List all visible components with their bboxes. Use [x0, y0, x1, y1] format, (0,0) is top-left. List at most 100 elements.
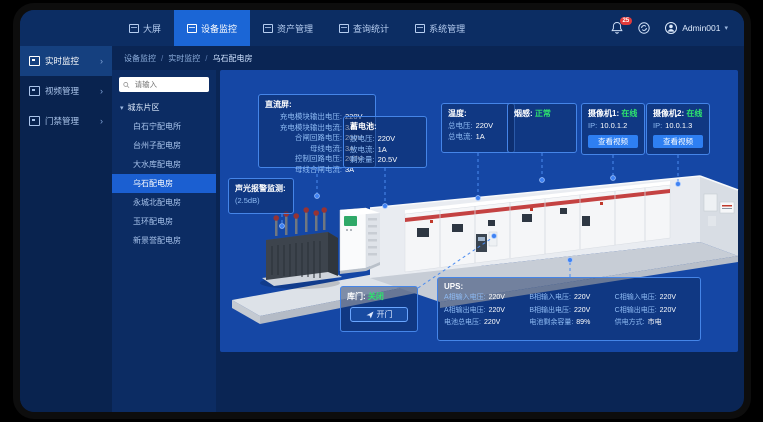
- sidebar-item-label: 视频管理: [45, 85, 79, 97]
- sidebar-item-label: 实时监控: [45, 55, 79, 67]
- metric-value: 220V: [574, 293, 590, 304]
- tree-search-input[interactable]: [133, 79, 205, 90]
- nav-tab-device-monitor[interactable]: 设备监控: [174, 10, 250, 46]
- metric-value: 1A: [476, 132, 485, 143]
- smoke-status: 正常: [535, 109, 551, 118]
- metric-label: 电池剩余容量:: [529, 318, 573, 329]
- topbar-actions: 25 Admin001 ▾: [610, 10, 744, 46]
- nav-tab-label: 查询统计: [353, 22, 389, 35]
- metric-label: 控制回路电压:: [295, 154, 342, 165]
- device-marker-dot[interactable]: [676, 182, 681, 187]
- device-marker-dot[interactable]: [611, 176, 616, 181]
- chevron-down-icon: ▾: [724, 24, 728, 32]
- ip-label: IP:: [653, 121, 662, 132]
- metric-label: 充电模块输出电流:: [280, 123, 342, 134]
- device-monitor-icon: [187, 24, 197, 33]
- nav-tab-system[interactable]: 系统管理: [402, 10, 478, 46]
- metric-value: 220V: [484, 318, 500, 329]
- notification-badge: 25: [620, 17, 633, 25]
- tree-item-substation[interactable]: 白石宁配电所: [112, 117, 216, 136]
- door-card: 库门: 关闭 开门: [340, 286, 418, 332]
- metric-label: 放电流:: [350, 145, 375, 156]
- metric-value: 220V: [660, 293, 676, 304]
- breadcrumb: 设备监控 / 实时监控 / 乌石配电房: [112, 46, 744, 70]
- ups-card: UPS: A相输入电压:220V B相输入电压:220V C相输入电压:220V…: [437, 277, 701, 341]
- video-icon: [29, 86, 40, 96]
- tree-item-substation[interactable]: 大水库配电房: [112, 155, 216, 174]
- metric-label: 电池总电压:: [444, 318, 481, 329]
- camera1-status: 在线: [621, 109, 637, 118]
- card-title: 蓄电池:: [350, 121, 420, 132]
- ups-metrics-grid: A相输入电压:220V B相输入电压:220V C相输入电压:220V A相输出…: [444, 293, 694, 329]
- open-door-button[interactable]: 开门: [350, 307, 408, 322]
- cabinet-display: [452, 224, 463, 232]
- tree-item-substation[interactable]: 新景誉配电房: [112, 231, 216, 250]
- nav-tab-dashboard[interactable]: 大屏: [116, 10, 174, 46]
- user-menu[interactable]: Admin001 ▾: [664, 21, 728, 35]
- nav-tab-label: 系统管理: [429, 22, 465, 35]
- device-marker-dot[interactable]: [280, 224, 285, 229]
- card-title: 温度:: [448, 108, 508, 119]
- tree-item-substation[interactable]: 台州子配电房: [112, 136, 216, 155]
- cabinet-screen: [344, 216, 357, 226]
- main-nav: 大屏 设备监控 资产管理 查询统计 系统管理: [116, 10, 478, 46]
- sidebar-item-video-management[interactable]: 视频管理 ›: [20, 76, 112, 106]
- tree-root-label: 城东片区: [128, 102, 160, 113]
- device-marker-dot[interactable]: [540, 178, 545, 183]
- card-title: UPS:: [444, 282, 694, 291]
- breadcrumb-separator: /: [161, 54, 163, 63]
- nav-tab-assets[interactable]: 资产管理: [250, 10, 326, 46]
- metric-label: 总电压:: [448, 121, 473, 132]
- card-title: 烟感:: [514, 109, 533, 118]
- metric-value: 220V: [574, 306, 590, 317]
- temperature-card: 温度: 总电压:220V 总电流:1A: [441, 103, 515, 153]
- sidebar-item-door-access[interactable]: 门禁管理 ›: [20, 106, 112, 136]
- card-title: 声光报警监测:: [235, 183, 287, 194]
- metric-label: 母线合闸电流:: [295, 165, 342, 176]
- device-marker-dot[interactable]: [476, 196, 481, 201]
- metric-label: 放电压:: [350, 134, 375, 145]
- nav-tab-label: 资产管理: [277, 22, 313, 35]
- device-marker-dot[interactable]: [568, 258, 573, 263]
- view-video-button[interactable]: 查看视频: [653, 135, 703, 148]
- tree-search-box: [119, 77, 209, 92]
- tree-item-substation-selected[interactable]: 乌石配电房: [112, 174, 216, 193]
- tree-item-substation[interactable]: 玉环配电房: [112, 212, 216, 231]
- device-marker-dot[interactable]: [492, 234, 497, 239]
- nav-tab-label: 大屏: [143, 22, 161, 35]
- tree-root-node[interactable]: ▾ 城东片区: [112, 97, 216, 117]
- battery-cabinet: [340, 208, 380, 274]
- smoke-sensor-card: 烟感: 正常: [507, 103, 577, 153]
- metric-label: B相输出电压:: [529, 306, 571, 317]
- breadcrumb-level-2[interactable]: 实时监控: [168, 53, 200, 64]
- metric-label: C相输出电压:: [615, 306, 657, 317]
- breadcrumb-level-1[interactable]: 设备监控: [124, 53, 156, 64]
- transformer: [260, 207, 342, 289]
- chevron-right-icon: ›: [100, 86, 103, 96]
- sidebar-item-realtime-monitor[interactable]: 实时监控 ›: [20, 46, 112, 76]
- nav-tab-query[interactable]: 查询统计: [326, 10, 402, 46]
- ip-label: IP:: [588, 121, 597, 132]
- tree-item-substation[interactable]: 永城北配电房: [112, 193, 216, 212]
- view-video-button[interactable]: 查看视频: [588, 135, 638, 148]
- metric-value: 20.5V: [378, 155, 398, 166]
- metric-value: 220V: [476, 121, 494, 132]
- door-access-icon: [29, 116, 40, 126]
- breadcrumb-level-3: 乌石配电房: [212, 53, 252, 64]
- cabinet-display: [582, 216, 590, 226]
- camera1-card: 摄像机1: 在线 IP:10.0.1.2 查看视频: [581, 103, 645, 155]
- metric-label: C相输入电压:: [615, 293, 657, 304]
- camera2-status: 在线: [686, 109, 702, 118]
- metric-value: 220V: [378, 134, 396, 145]
- device-marker-dot[interactable]: [383, 204, 388, 209]
- metric-value: 市电: [648, 318, 662, 329]
- refresh-icon[interactable]: [637, 21, 651, 35]
- notification-bell-icon[interactable]: 25: [610, 21, 624, 35]
- cabinet-display: [488, 220, 495, 226]
- device-marker-dot[interactable]: [315, 194, 320, 199]
- chevron-right-icon: ›: [100, 116, 103, 126]
- metric-value: 220V: [489, 306, 505, 317]
- sound-alarm-value: (2.5dB): [235, 196, 260, 207]
- top-navbar: 大屏 设备监控 资产管理 查询统计 系统管理 25: [20, 10, 744, 46]
- avatar-icon: [664, 21, 678, 35]
